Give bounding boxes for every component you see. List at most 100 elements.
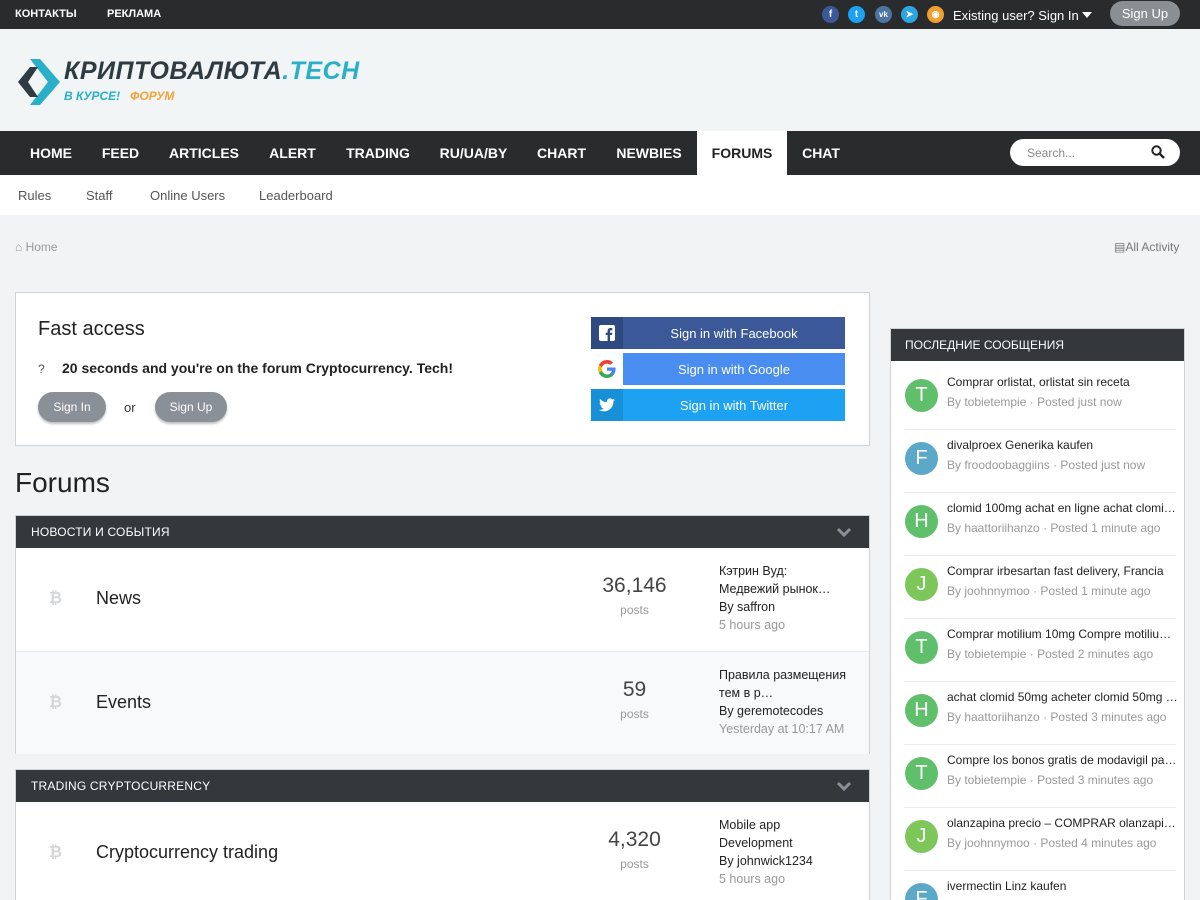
- sign-in-google-button[interactable]: Sign in with Google: [591, 353, 845, 385]
- nav-ru-ua-by[interactable]: RU/UA/BY: [425, 131, 522, 175]
- recent-post-item[interactable]: T Comprar motilium 10mg Compre motilium s…: [891, 619, 1184, 682]
- recent-post-title[interactable]: Comprar orlistat, orlistat sin receta: [947, 375, 1179, 389]
- forum-name[interactable]: News: [96, 588, 141, 609]
- site-logo[interactable]: КРИПТОВАЛЮТА.TECH В КУРСЕ! ФОРУМ: [18, 57, 359, 107]
- nav-trading[interactable]: TRADING: [331, 131, 425, 175]
- recent-post-title[interactable]: Compre los bonos gratis de modavigil par…: [947, 753, 1179, 767]
- subnav-staff[interactable]: Staff: [86, 188, 113, 203]
- last-post-title-2[interactable]: Медвежий рынок…: [719, 582, 830, 596]
- forum-row[interactable]: ₿ News 36,146 posts Кэтрин Вуд: Медвежий…: [16, 548, 869, 651]
- recent-post-item[interactable]: J Comprar irbesartan fast delivery, Franc…: [891, 556, 1184, 619]
- recent-post-author[interactable]: By tobietempie: [947, 773, 1026, 787]
- contacts-link[interactable]: КОНТАКТЫ: [15, 8, 77, 20]
- recent-post-item[interactable]: T Compre los bonos gratis de modavigil pa…: [891, 745, 1184, 808]
- recent-post-title[interactable]: divalproex Generika kaufen: [947, 438, 1179, 452]
- chevron-down-icon[interactable]: [1082, 12, 1092, 18]
- collapse-chevron-icon[interactable]: [836, 524, 852, 540]
- category-header[interactable]: НОВОСТИ И СОБЫТИЯ: [16, 516, 869, 548]
- recent-post-item[interactable]: Fdivalproex Generika kaufen By froodoobag…: [891, 430, 1184, 493]
- recent-post-title[interactable]: Comprar motilium 10mg Compre motilium si…: [947, 627, 1179, 641]
- recent-post-title[interactable]: olanzapina precio – COMPRAR olanzapina s…: [947, 816, 1179, 830]
- avatar[interactable]: T: [905, 631, 938, 664]
- nav-newbies[interactable]: NEWBIES: [601, 131, 697, 175]
- recent-post-author[interactable]: By tobietempie: [947, 395, 1026, 409]
- last-post-author[interactable]: By johnwick1234: [719, 854, 813, 868]
- all-activity-link[interactable]: ▤All Activity: [1114, 240, 1179, 254]
- recent-post-author[interactable]: By joohnnymoo: [947, 836, 1030, 850]
- avatar[interactable]: H: [905, 505, 938, 538]
- recent-post-time: · Posted 3 minutes ago: [1043, 710, 1167, 724]
- recent-post-item[interactable]: Jolanzapina precio – COMPRAR olanzapina …: [891, 808, 1184, 871]
- recent-post-item[interactable]: Hclomid 100mg achat en ligne achat clomi…: [891, 493, 1184, 556]
- nav-forums[interactable]: FORUMS: [697, 131, 787, 175]
- recent-post-author[interactable]: By froodoobaggiins: [947, 458, 1050, 472]
- avatar[interactable]: H: [905, 694, 938, 727]
- recent-post-title[interactable]: clomid 100mg achat en ligne achat clomid…: [947, 501, 1179, 515]
- telegram-icon[interactable]: ➤: [901, 6, 918, 23]
- recent-post-title[interactable]: ivermectin Linz kaufen: [947, 879, 1179, 893]
- last-post-author[interactable]: By geremotecodes: [719, 704, 823, 718]
- last-post-title-1[interactable]: Mobile app: [719, 818, 780, 832]
- search-placeholder: Search...: [1027, 146, 1076, 160]
- last-post-title-2[interactable]: тем в р…: [719, 686, 773, 700]
- google-label: Sign in with Google: [677, 361, 790, 377]
- broken-image-icon: ?: [38, 362, 62, 376]
- rss-icon[interactable]: ◉: [927, 6, 944, 23]
- recent-post-title[interactable]: Comprar irbesartan fast delivery, Franci…: [947, 564, 1179, 578]
- vk-icon[interactable]: vk: [875, 6, 892, 23]
- forum-row[interactable]: ₿ Events 59 posts Правила размещения тем…: [16, 651, 869, 754]
- nav-feed[interactable]: FEED: [87, 131, 154, 175]
- fast-sign-in-button[interactable]: Sign In: [38, 392, 106, 422]
- avatar[interactable]: F: [905, 883, 938, 900]
- nav-chat[interactable]: CHAT: [787, 131, 855, 175]
- recent-post-title[interactable]: achat clomid 50mg acheter clomid 50mg en…: [947, 690, 1179, 704]
- recent-post-item[interactable]: T Comprar orlistat, orlistat sin receta By…: [891, 367, 1184, 430]
- last-post-title-2[interactable]: Development: [719, 836, 793, 850]
- search-icon[interactable]: [1151, 145, 1165, 159]
- nav-home[interactable]: HOME: [15, 131, 87, 175]
- twitter-icon: [591, 389, 623, 421]
- sidebar-title: ПОСЛЕДНИЕ СООБЩЕНИЯ: [905, 338, 1065, 352]
- nav-articles[interactable]: ARTICLES: [154, 131, 254, 175]
- last-post-title-1[interactable]: Правила размещения: [719, 668, 846, 682]
- recent-post-author[interactable]: By tobietempie: [947, 647, 1026, 661]
- avatar[interactable]: T: [905, 757, 938, 790]
- collapse-chevron-icon[interactable]: [836, 778, 852, 794]
- recent-post-author[interactable]: By haattoriihanzo: [947, 521, 1040, 535]
- recent-post-author[interactable]: By joohnnymoo: [947, 584, 1030, 598]
- forum-name[interactable]: Events: [96, 692, 151, 713]
- fast-access-panel: Fast access ? 20 seconds and you're on th…: [15, 292, 870, 446]
- recent-post-item[interactable]: Hachat clomid 50mg acheter clomid 50mg e…: [891, 682, 1184, 745]
- recent-post-author[interactable]: By haattoriihanzo: [947, 710, 1040, 724]
- sign-in-facebook-button[interactable]: Sign in with Facebook: [591, 317, 845, 349]
- avatar[interactable]: J: [905, 820, 938, 853]
- advertising-link[interactable]: РЕКЛАМА: [107, 8, 161, 20]
- fast-sign-up-button[interactable]: Sign Up: [155, 392, 227, 422]
- logo-tech-word: .TECH: [282, 57, 360, 85]
- recent-post-time: · Posted 4 minutes ago: [1033, 836, 1157, 850]
- last-post-author[interactable]: By saffron: [719, 600, 775, 614]
- forum-name[interactable]: Cryptocurrency trading: [96, 842, 278, 863]
- twitter-icon[interactable]: t: [848, 6, 865, 23]
- nav-alert[interactable]: ALERT: [254, 131, 331, 175]
- post-count: 59: [622, 678, 647, 701]
- breadcrumb-home[interactable]: ⌂ Home: [15, 240, 58, 254]
- existing-user-sign-in-link[interactable]: Existing user? Sign In: [953, 8, 1079, 23]
- sign-in-twitter-button[interactable]: Sign in with Twitter: [591, 389, 845, 421]
- subnav-rules[interactable]: Rules: [18, 188, 51, 203]
- subnav-leaderboard[interactable]: Leaderboard: [259, 188, 333, 203]
- subnav-online-users[interactable]: Online Users: [150, 188, 225, 203]
- sign-up-button[interactable]: Sign Up: [1110, 1, 1180, 26]
- avatar[interactable]: T: [905, 379, 938, 412]
- search-input[interactable]: Search...: [1010, 139, 1180, 166]
- recent-post-time: · Posted 2 minutes ago: [1029, 647, 1154, 661]
- avatar[interactable]: F: [905, 442, 938, 475]
- forum-row[interactable]: ₿ Cryptocurrency trading 4,320 posts Mob…: [16, 802, 869, 900]
- facebook-icon[interactable]: f: [822, 6, 839, 23]
- avatar[interactable]: J: [905, 568, 938, 601]
- recent-post-item[interactable]: Fivermectin Linz kaufen: [891, 871, 1184, 900]
- recent-post-meta: By joohnnymoo · Posted 4 minutes ago: [947, 836, 1179, 850]
- last-post-title-1[interactable]: Кэтрин Вуд:: [719, 564, 787, 578]
- category-header[interactable]: TRADING CRYPTOCURRENCY: [16, 770, 869, 802]
- nav-chart[interactable]: CHART: [522, 131, 601, 175]
